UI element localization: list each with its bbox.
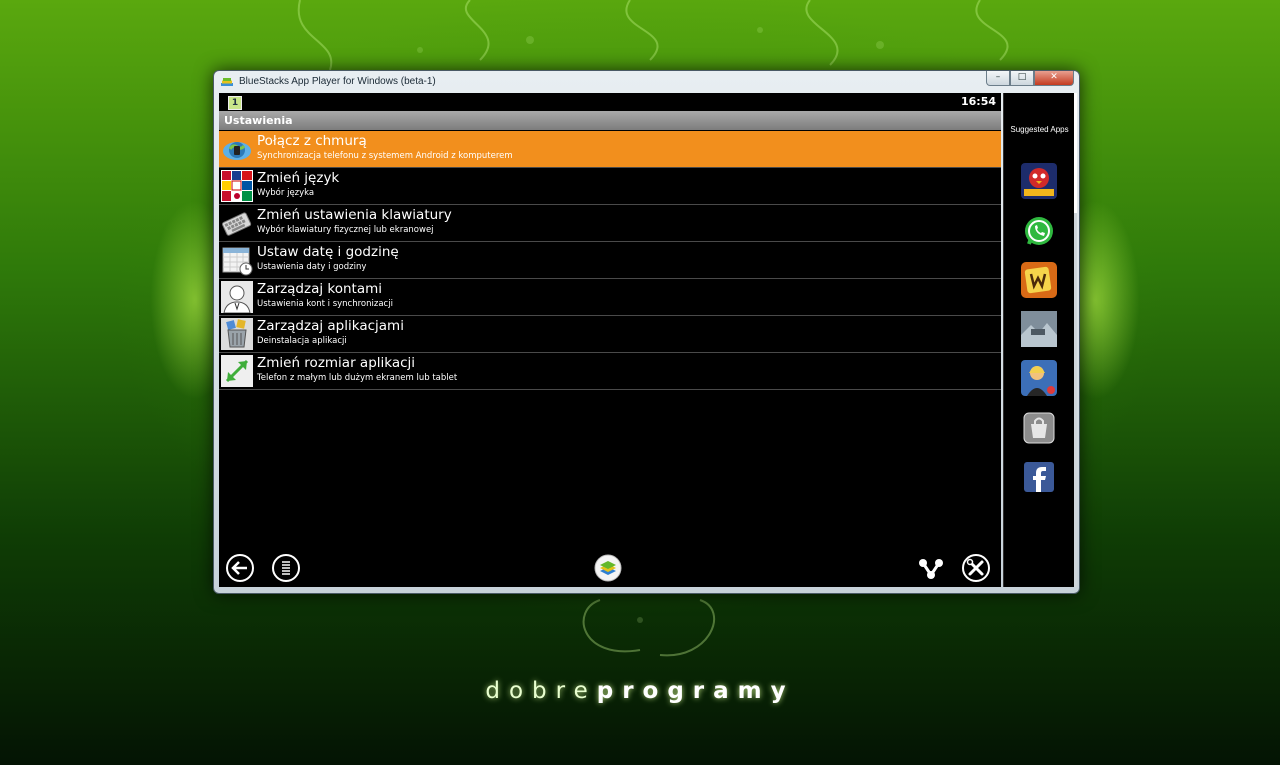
suggested-app-facebook[interactable] <box>1021 459 1057 495</box>
suggested-app-words-with-friends[interactable] <box>1021 262 1057 298</box>
maximize-button[interactable]: □ <box>1010 71 1034 86</box>
settings-item-title: Zarządzaj aplikacjami <box>257 318 404 334</box>
window-controls: – □ ✕ <box>986 71 1074 86</box>
settings-item-title: Zmień ustawienia klawiatury <box>257 207 452 223</box>
menu-button[interactable] <box>271 553 301 583</box>
settings-item-subtitle: Synchronizacja telefonu z systemem Andro… <box>257 151 513 161</box>
close-button[interactable]: ✕ <box>1034 71 1074 86</box>
share-button[interactable] <box>916 553 946 583</box>
suggested-apps-panel: Suggested Apps <box>1003 93 1075 587</box>
app-store-bag-icon <box>1023 412 1055 444</box>
back-button[interactable] <box>225 553 255 583</box>
cloud-sync-icon <box>221 133 253 165</box>
bluestacks-home-icon <box>594 554 622 582</box>
angry-birds-space-icon <box>1021 163 1057 199</box>
status-clock: 16:54 <box>960 95 996 108</box>
settings-item-cloud-connect[interactable]: Połącz z chmurą Synchronizacja telefonu … <box>219 131 1001 168</box>
bluestacks-logo-icon <box>221 77 233 86</box>
share-icon <box>919 559 943 579</box>
home-button[interactable] <box>593 553 623 583</box>
brand-bold: programy <box>596 678 795 704</box>
back-icon <box>226 554 254 582</box>
suggested-app-angry-birds-space[interactable] <box>1021 163 1057 199</box>
settings-item-language[interactable]: Zmień język Wybór języka <box>219 168 1001 205</box>
calendar-icon <box>221 244 253 276</box>
settings-item-date-time[interactable]: Ustaw datę i godzinę Ustawienia daty i g… <box>219 242 1001 279</box>
suggested-app-whatsapp[interactable] <box>1021 213 1057 249</box>
settings-item-resize[interactable]: Zmień rozmiar aplikacji Telefon z małym … <box>219 353 1001 390</box>
resize-arrow-icon <box>221 355 253 387</box>
settings-list: Połącz z chmurą Synchronizacja telefonu … <box>219 131 1001 390</box>
panel-scrollbar[interactable] <box>1074 93 1077 587</box>
settings-item-subtitle: Deinstalacja aplikacji <box>257 336 347 346</box>
brand-light: dobre <box>485 678 597 704</box>
android-screen: 1 16:54 Ustawienia Połącz z chmurą Synch… <box>219 93 1001 587</box>
notification-icon[interactable]: 1 <box>228 96 242 110</box>
settings-item-keyboard[interactable]: Zmień ustawienia klawiatury Wybór klawia… <box>219 205 1001 242</box>
settings-item-title: Zmień rozmiar aplikacji <box>257 355 416 371</box>
window-title: BlueStacks App Player for Windows (beta-… <box>239 76 436 87</box>
settings-item-applications[interactable]: Zarządzaj aplikacjami Deinstalacja aplik… <box>219 316 1001 353</box>
android-nav-bar <box>219 547 1001 587</box>
settings-item-subtitle: Telefon z małym lub dużym ekranem lub ta… <box>257 373 458 383</box>
settings-item-subtitle: Ustawienia daty i godziny <box>257 262 367 272</box>
suggested-app-game[interactable] <box>1021 311 1057 347</box>
hidden-object-game-icon <box>1021 360 1057 396</box>
flags-language-icon <box>221 170 253 202</box>
settings-item-title: Zmień język <box>257 170 340 186</box>
words-with-friends-icon <box>1021 262 1057 298</box>
dobreprogramy-logo: dobreprogramy <box>0 678 1280 704</box>
menu-icon <box>272 554 300 582</box>
window-titlebar[interactable]: BlueStacks App Player for Windows (beta-… <box>214 71 1079 92</box>
suggested-app-hidden-object[interactable] <box>1021 360 1057 396</box>
android-status-bar: 1 16:54 <box>219 93 1001 111</box>
apps-trash-icon <box>221 318 253 350</box>
settings-item-title: Zarządzaj kontami <box>257 281 383 297</box>
settings-tools-icon <box>962 554 990 582</box>
settings-item-title: Ustaw datę i godzinę <box>257 244 399 260</box>
settings-item-accounts[interactable]: Zarządzaj kontami Ustawienia kont i sync… <box>219 279 1001 316</box>
settings-item-subtitle: Wybór klawiatury fizycznej lub ekranowej <box>257 225 434 235</box>
page-title: Ustawienia <box>219 111 1001 130</box>
suggested-app-store[interactable] <box>1021 410 1057 446</box>
suggested-apps-title: Suggested Apps <box>1010 125 1069 134</box>
game-screenshot-icon <box>1021 311 1057 347</box>
tools-button[interactable] <box>961 553 991 583</box>
bluestacks-window: BlueStacks App Player for Windows (beta-… <box>213 70 1080 594</box>
settings-item-subtitle: Wybór języka <box>257 188 315 198</box>
settings-item-subtitle: Ustawienia kont i synchronizacji <box>257 299 393 309</box>
whatsapp-icon <box>1025 217 1053 245</box>
minimize-button[interactable]: – <box>986 71 1010 86</box>
account-icon <box>221 281 253 313</box>
keyboard-icon <box>221 207 253 239</box>
scrollbar-thumb[interactable] <box>1074 93 1077 213</box>
facebook-icon <box>1024 462 1054 492</box>
settings-item-title: Połącz z chmurą <box>257 133 367 149</box>
